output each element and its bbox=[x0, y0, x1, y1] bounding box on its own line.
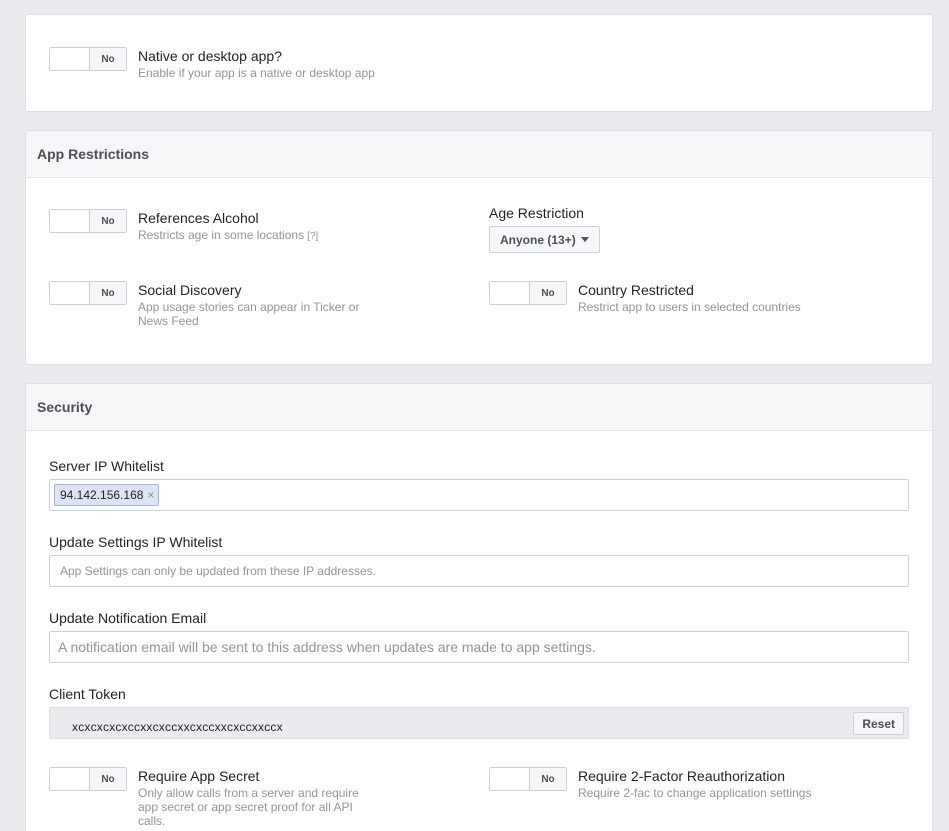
social-discovery-text: Social Discovery App usage stories can a… bbox=[138, 281, 378, 328]
country-restricted-description: Restrict app to users in selected countr… bbox=[578, 300, 801, 314]
security-panel: Security Server IP Whitelist 94.142.156.… bbox=[25, 383, 933, 831]
country-restricted-option: No Country Restricted Restrict app to us… bbox=[489, 281, 801, 314]
remove-icon[interactable]: × bbox=[147, 488, 154, 502]
toggle-state-label: No bbox=[90, 210, 126, 232]
caret-down-icon bbox=[580, 237, 589, 242]
country-restricted-text: Country Restricted Restrict app to users… bbox=[578, 281, 801, 314]
app-secret-toggle[interactable]: No bbox=[49, 767, 127, 791]
age-restriction-dropdown[interactable]: Anyone (13+) bbox=[489, 226, 600, 253]
security-header: Security bbox=[26, 384, 932, 431]
two-factor-toggle[interactable]: No bbox=[489, 767, 567, 791]
alcohol-option: No References Alcohol Restricts age in s… bbox=[49, 209, 318, 244]
age-restriction-label: Age Restriction bbox=[489, 205, 584, 221]
toggle-knob bbox=[50, 282, 90, 304]
update-settings-ip-input[interactable]: App Settings can only be updated from th… bbox=[49, 555, 909, 587]
social-discovery-option: No Social Discovery App usage stories ca… bbox=[49, 281, 378, 328]
age-restriction-value: Anyone (13+) bbox=[500, 232, 576, 247]
app-secret-title: Require App Secret bbox=[138, 768, 260, 784]
two-factor-option: No Require 2-Factor Reauthorization Requ… bbox=[489, 767, 811, 800]
client-token-label: Client Token bbox=[49, 686, 126, 702]
notification-email-label: Update Notification Email bbox=[49, 610, 207, 626]
client-token-value: xcxcxcxcxccxxcxccxxcxccxxcxccxxccx bbox=[72, 720, 283, 734]
ip-chip: 94.142.156.168 × bbox=[54, 484, 160, 506]
notification-email-placeholder: A notification email will be sent to thi… bbox=[58, 639, 596, 655]
country-restricted-title: Country Restricted bbox=[578, 282, 694, 298]
server-ip-label: Server IP Whitelist bbox=[49, 458, 164, 474]
app-secret-description: Only allow calls from a server and requi… bbox=[138, 786, 359, 828]
help-link[interactable]: [?] bbox=[307, 231, 318, 242]
social-discovery-title: Social Discovery bbox=[138, 282, 242, 298]
social-discovery-description: App usage stories can appear in Ticker o… bbox=[138, 300, 360, 328]
toggle-state-label: No bbox=[90, 282, 126, 304]
app-secret-text: Require App Secret Only allow calls from… bbox=[138, 767, 373, 828]
native-app-title: Native or desktop app? bbox=[138, 48, 282, 64]
notification-email-input[interactable]: A notification email will be sent to thi… bbox=[49, 631, 909, 663]
toggle-knob bbox=[50, 210, 90, 232]
alcohol-title: References Alcohol bbox=[138, 210, 259, 226]
two-factor-text: Require 2-Factor Reauthorization Require… bbox=[578, 767, 811, 800]
toggle-knob bbox=[490, 282, 530, 304]
social-discovery-toggle[interactable]: No bbox=[49, 281, 127, 305]
two-factor-title: Require 2-Factor Reauthorization bbox=[578, 768, 785, 784]
client-token-field: xcxcxcxcxccxxcxccxxcxccxxcxccxxccx Reset bbox=[49, 707, 909, 739]
native-app-option: No Native or desktop app? Enable if your… bbox=[49, 47, 375, 80]
reset-token-button[interactable]: Reset bbox=[853, 712, 904, 735]
toggle-state-label: No bbox=[530, 282, 566, 304]
app-restrictions-panel: App Restrictions No References Alcohol R… bbox=[25, 130, 933, 365]
country-restricted-toggle[interactable]: No bbox=[489, 281, 567, 305]
toggle-knob bbox=[50, 768, 90, 790]
toggle-knob bbox=[490, 768, 530, 790]
toggle-state-label: No bbox=[530, 768, 566, 790]
toggle-knob bbox=[50, 48, 90, 70]
toggle-state-label: No bbox=[90, 48, 126, 70]
alcohol-text: References Alcohol Restricts age in some… bbox=[138, 209, 318, 244]
two-factor-description: Require 2-fac to change application sett… bbox=[578, 786, 812, 800]
native-app-toggle[interactable]: No bbox=[49, 47, 127, 71]
alcohol-description: Restricts age in some locations bbox=[138, 228, 305, 242]
update-settings-ip-placeholder: App Settings can only be updated from th… bbox=[60, 564, 376, 578]
app-restrictions-header: App Restrictions bbox=[26, 131, 932, 178]
native-app-panel: No Native or desktop app? Enable if your… bbox=[25, 14, 933, 112]
update-settings-ip-label: Update Settings IP Whitelist bbox=[49, 534, 223, 550]
alcohol-toggle[interactable]: No bbox=[49, 209, 127, 233]
alcohol-description-line: Restricts age in some locations [?] bbox=[138, 228, 318, 244]
toggle-state-label: No bbox=[90, 768, 126, 790]
app-secret-option: No Require App Secret Only allow calls f… bbox=[49, 767, 373, 828]
ip-chip-value: 94.142.156.168 bbox=[60, 488, 144, 502]
native-app-text: Native or desktop app? Enable if your ap… bbox=[138, 47, 375, 80]
server-ip-input[interactable]: 94.142.156.168 × bbox=[49, 479, 909, 511]
native-app-description: Enable if your app is a native or deskto… bbox=[138, 66, 375, 80]
